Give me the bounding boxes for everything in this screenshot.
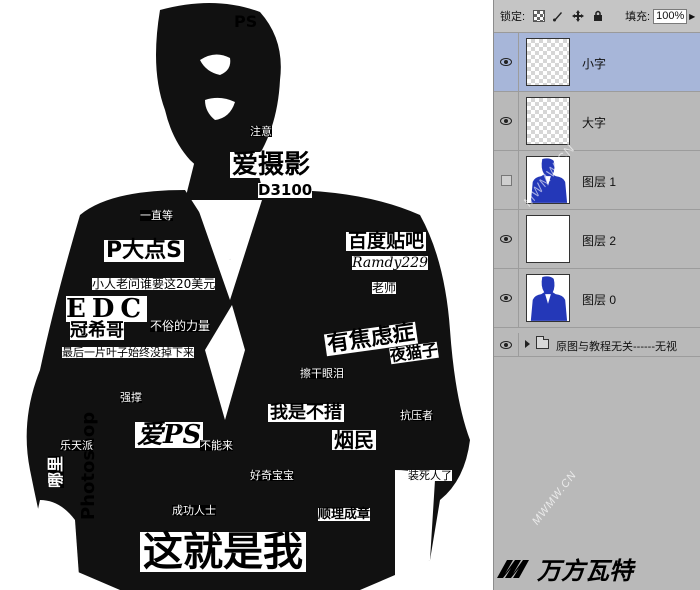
expand-triangle-icon[interactable]: [525, 340, 530, 348]
word-twenty-yuan: 小人老问谁要这20美元: [92, 277, 216, 291]
group-name: 原图与教程无关------无视: [556, 341, 677, 353]
eye-icon: [500, 294, 512, 302]
layer-name: 图层 0: [582, 293, 617, 307]
layer-thumbnail: [526, 274, 570, 322]
layer-row-big-text[interactable]: 大字: [494, 92, 700, 151]
word-p-da-dian-s: P大点S: [104, 238, 184, 263]
visibility-toggle[interactable]: [494, 333, 519, 356]
word-wo-shi-bu-zhe: 我是不措: [268, 402, 344, 423]
word-shun-li-cheng-zhang: 顺理成章: [318, 507, 371, 522]
lock-label: 锁定:: [500, 11, 526, 23]
fill-dropdown-arrow-icon[interactable]: ▶: [689, 12, 695, 21]
layer-name: 大字: [582, 116, 607, 130]
word-ramdy: Ramdy229: [352, 255, 429, 271]
layers-panel: 锁定: 填充: 100% ▶ 小字 大字 图层 1 图层 2 图层 0 原图与教…: [493, 0, 700, 590]
word-bu-wei-li-liang: 不俗的力量: [150, 319, 211, 333]
word-bai-du-tie-ba: 百度贴吧: [346, 230, 427, 252]
visibility-toggle[interactable]: [494, 92, 519, 150]
word-le-xiao: 乐天派: [60, 439, 93, 452]
word-last-line: 最后一片叶子始终没掉下来: [62, 346, 194, 359]
svg-text:万方瓦特: 万方瓦特: [536, 557, 636, 585]
eye-icon: [500, 117, 512, 125]
word-kuang-jia: 抗压者: [400, 409, 433, 422]
word-jie-yu-lei: 擦干眼泪: [300, 367, 344, 380]
layer-thumbnail: [526, 97, 570, 145]
word-yi-zhi: 一直等: [140, 209, 173, 222]
lock-image-pixels-icon[interactable]: [551, 9, 565, 23]
fill-label: 填充:: [625, 11, 651, 23]
layer-row-layer-0[interactable]: 图层 0: [494, 269, 700, 328]
layer-name: 图层 2: [582, 234, 617, 248]
eye-icon: [500, 58, 512, 66]
lock-position-icon[interactable]: [571, 9, 585, 23]
layer-name: 图层 1: [582, 175, 617, 189]
visibility-toggle[interactable]: [494, 210, 519, 268]
word-lao-shi: 老师: [372, 281, 397, 295]
hidden-visibility-box-icon: [500, 174, 512, 186]
word-qiang-cheng: 强撑: [120, 391, 142, 404]
word-ps: PS: [234, 12, 258, 31]
folder-icon: [536, 336, 549, 349]
layer-row-small-text[interactable]: 小字: [494, 33, 700, 92]
word-zhu-yi: 注意: [250, 125, 272, 138]
word-guan-xi-ge: 冠希哥: [70, 320, 124, 341]
word-ai-ps: 爱PS: [135, 420, 204, 450]
word-zhao-xu: 好奇宝宝: [250, 469, 294, 482]
eye-icon: [500, 340, 512, 349]
document-canvas[interactable]: PS 爱摄影 D3100 P大点S 百度贴吧 Ramdy229 小人老问谁要这2…: [0, 0, 493, 590]
lock-all-icon[interactable]: [591, 9, 605, 23]
eye-icon: [500, 235, 512, 243]
word-d3100: D3100: [258, 181, 313, 199]
fill-input[interactable]: 100%: [653, 8, 688, 24]
word-photoshop: Photoshop: [78, 411, 99, 520]
word-yan-min: 烟民: [332, 428, 376, 452]
word-zhe-jiu-shi-wo: 这就是我: [140, 532, 306, 572]
visibility-toggle[interactable]: [494, 33, 519, 91]
word-na-zhi: 哪里: [46, 455, 65, 488]
lock-toolbar: 锁定: 填充: 100% ▶: [494, 0, 700, 33]
word-edc: EDC: [66, 294, 148, 324]
layer-name: 小字: [582, 57, 607, 71]
layer-thumbnail: [526, 38, 570, 86]
visibility-toggle[interactable]: [494, 151, 519, 209]
brand-logo: 万方瓦特: [493, 548, 700, 590]
word-zhuang-ru: 装死人了: [408, 469, 452, 482]
layer-group-row[interactable]: 原图与教程无关------无视: [494, 333, 700, 357]
layer-row-layer-2[interactable]: 图层 2: [494, 210, 700, 269]
layer-thumbnail: [526, 215, 570, 263]
visibility-toggle[interactable]: [494, 269, 519, 327]
word-bu-neng-lai: 不能来: [200, 439, 233, 452]
word-ai-she-ying: 爱摄影: [230, 150, 313, 180]
word-cheng-gong-ren-shi: 成功人士: [172, 504, 216, 517]
lock-transparent-pixels-icon[interactable]: [533, 10, 546, 22]
